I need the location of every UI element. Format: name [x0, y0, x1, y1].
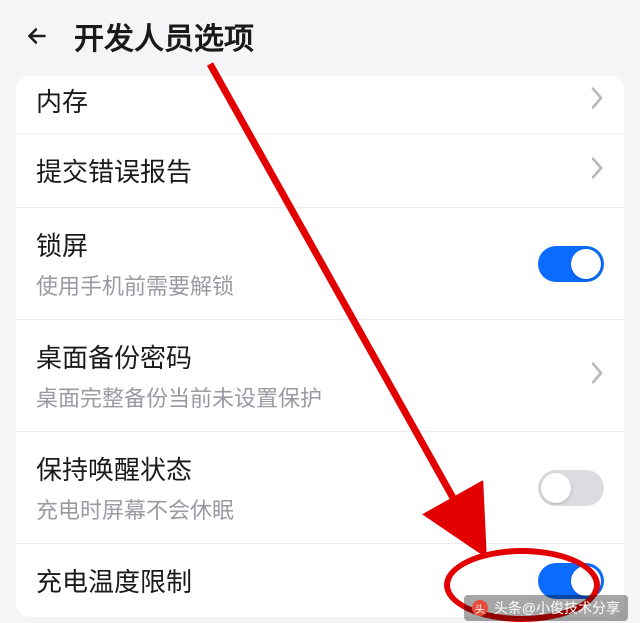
row-stay-awake[interactable]: 保持唤醒状态 充电时屏幕不会休眠: [16, 432, 624, 544]
chevron-right-icon: [590, 361, 604, 390]
row-subtitle: 桌面完整备份当前未设置保护: [36, 381, 322, 413]
row-title: 内存: [36, 82, 88, 119]
back-icon[interactable]: [20, 19, 54, 53]
watermark: 头 头条@小俊技术分享: [464, 595, 628, 621]
row-memory[interactable]: 内存: [16, 76, 624, 134]
charge-temp-toggle[interactable]: [538, 563, 604, 599]
chevron-right-icon: [590, 86, 604, 115]
lock-screen-toggle[interactable]: [538, 246, 604, 282]
stay-awake-toggle[interactable]: [538, 470, 604, 506]
row-title: 桌面备份密码: [36, 338, 322, 375]
chevron-right-icon: [590, 156, 604, 185]
row-subtitle: 使用手机前需要解锁: [36, 269, 234, 301]
settings-list: 内存 提交错误报告 锁屏 使用手机前需要解锁 桌面备份密码 桌面完整备份当前未设…: [16, 76, 624, 617]
row-title: 充电温度限制: [36, 562, 192, 599]
row-subtitle: 充电时屏幕不会休眠: [36, 493, 234, 525]
row-title: 锁屏: [36, 226, 234, 263]
header: 开发人员选项: [0, 0, 640, 68]
row-backup-password[interactable]: 桌面备份密码 桌面完整备份当前未设置保护: [16, 320, 624, 432]
row-bug-report[interactable]: 提交错误报告: [16, 134, 624, 208]
watermark-icon: 头: [472, 600, 488, 616]
page-title: 开发人员选项: [74, 14, 254, 58]
row-title: 提交错误报告: [36, 152, 192, 189]
watermark-text: 头条@小俊技术分享: [494, 598, 620, 618]
row-title: 保持唤醒状态: [36, 450, 234, 487]
row-lock-screen[interactable]: 锁屏 使用手机前需要解锁: [16, 208, 624, 320]
